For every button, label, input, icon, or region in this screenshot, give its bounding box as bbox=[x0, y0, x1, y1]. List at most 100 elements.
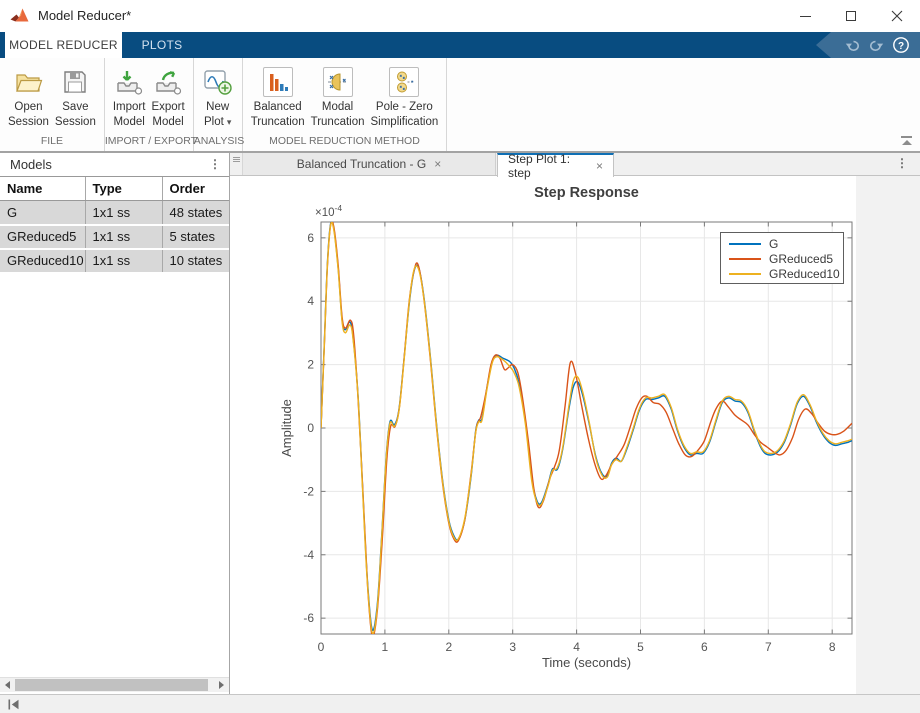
model-name: GReduced10 bbox=[0, 249, 85, 273]
legend-entry: G bbox=[721, 236, 843, 251]
models-table: Name Type Order G 1x1 ss 48 states GRedu… bbox=[0, 176, 229, 274]
minimize-icon bbox=[800, 16, 811, 17]
scroll-left-button[interactable] bbox=[0, 678, 15, 692]
y-tick-label: 6 bbox=[307, 231, 314, 245]
tab-plots-label: PLOTS bbox=[142, 38, 183, 52]
tab-plots[interactable]: PLOTS bbox=[122, 32, 202, 58]
balanced-truncation-label-1: Balanced bbox=[254, 100, 302, 115]
help-icon[interactable]: ? bbox=[892, 36, 910, 54]
status-bar bbox=[0, 694, 920, 713]
tab-balanced-truncation-label: Balanced Truncation - G bbox=[297, 157, 426, 171]
step-response-figure: 012345678-6-4-20246 Step Response ×10-4 … bbox=[230, 176, 856, 694]
x-tick-label: 7 bbox=[765, 640, 772, 654]
save-icon bbox=[62, 69, 88, 95]
y-tick-label: 0 bbox=[307, 421, 314, 435]
collapse-toolstrip-button[interactable] bbox=[900, 136, 913, 146]
models-panel-title: Models bbox=[10, 157, 209, 172]
open-session-button[interactable]: Open Session bbox=[5, 64, 52, 130]
pole-zero-simplification-button[interactable]: Pole - Zero Simplification bbox=[368, 64, 442, 130]
window-title: Model Reducer* bbox=[38, 0, 131, 32]
collapse-panel-icon[interactable] bbox=[8, 699, 20, 710]
y-tick-label: -4 bbox=[303, 548, 314, 562]
close-tab-icon[interactable]: × bbox=[434, 157, 441, 171]
modal-truncation-label-2: Truncation bbox=[311, 115, 365, 130]
table-row[interactable]: GReduced10 1x1 ss 10 states bbox=[0, 249, 229, 273]
y-tick-label: 2 bbox=[307, 358, 314, 372]
group-label-import-export: IMPORT / EXPORT bbox=[105, 135, 193, 147]
x-tick-label: 5 bbox=[637, 640, 644, 654]
model-name: G bbox=[0, 201, 85, 225]
pole-zero-icon bbox=[389, 67, 419, 97]
scroll-right-button[interactable] bbox=[214, 678, 229, 692]
tab-bar-grip[interactable] bbox=[230, 153, 243, 175]
modal-truncation-icon bbox=[323, 67, 353, 97]
x-axis-label: Time (seconds) bbox=[321, 655, 852, 670]
group-model-reduction: Balanced Truncation Modal Truncation bbox=[243, 58, 448, 151]
tab-model-reducer-label: MODEL REDUCER bbox=[9, 38, 118, 52]
save-session-button[interactable]: Save Session bbox=[52, 64, 99, 130]
collapse-toolstrip-icon bbox=[901, 136, 912, 138]
models-panel-header: Models ⋮ bbox=[0, 153, 229, 175]
close-button[interactable] bbox=[874, 0, 920, 32]
group-label-analysis: ANALYSIS bbox=[194, 135, 242, 147]
model-type: 1x1 ss bbox=[85, 249, 162, 273]
column-header-type[interactable]: Type bbox=[85, 177, 162, 201]
export-model-button[interactable]: Export Model bbox=[148, 64, 187, 130]
import-model-label-2: Model bbox=[113, 115, 144, 130]
toolstrip: Open Session Save Session FILE bbox=[0, 58, 920, 153]
group-file: Open Session Save Session FILE bbox=[0, 58, 105, 151]
tab-step-plot-label: Step Plot 1: step bbox=[508, 152, 588, 180]
tab-balanced-truncation[interactable]: Balanced Truncation - G × bbox=[243, 153, 496, 175]
x-tick-label: 3 bbox=[509, 640, 516, 654]
pole-zero-label-2: Simplification bbox=[371, 115, 439, 130]
ribbon-tab-strip: MODEL REDUCER PLOTS ? bbox=[0, 32, 920, 58]
model-order: 5 states bbox=[162, 225, 229, 249]
legend-line-sample bbox=[729, 258, 761, 260]
balanced-truncation-button[interactable]: Balanced Truncation bbox=[248, 64, 308, 130]
legend-label: GReduced5 bbox=[769, 252, 833, 266]
x-tick-label: 1 bbox=[382, 640, 389, 654]
save-session-label-1: Save bbox=[62, 100, 88, 115]
tab-model-reducer[interactable]: MODEL REDUCER bbox=[5, 32, 122, 58]
new-plot-label-1: New bbox=[206, 100, 229, 115]
model-type: 1x1 ss bbox=[85, 201, 162, 225]
column-header-name[interactable]: Name bbox=[0, 177, 85, 201]
horizontal-scrollbar[interactable] bbox=[0, 677, 229, 692]
export-model-label-1: Export bbox=[151, 100, 184, 115]
scroll-right-icon bbox=[219, 681, 224, 689]
new-plot-label-2: Plot bbox=[204, 116, 224, 128]
table-row[interactable]: GReduced5 1x1 ss 5 states bbox=[0, 225, 229, 249]
save-session-label-2: Session bbox=[55, 115, 96, 130]
chart-legend[interactable]: G GReduced5 GReduced10 bbox=[720, 232, 844, 284]
modal-truncation-button[interactable]: Modal Truncation bbox=[308, 64, 368, 130]
model-order: 48 states bbox=[162, 201, 229, 225]
import-icon bbox=[114, 69, 144, 96]
legend-line-sample bbox=[729, 273, 761, 275]
collapse-toolstrip-arrow bbox=[902, 140, 912, 145]
y-tick-label: 4 bbox=[307, 294, 314, 308]
close-tab-icon[interactable]: × bbox=[596, 159, 603, 173]
redo-icon[interactable] bbox=[868, 37, 885, 53]
document-area: Balanced Truncation - G × Step Plot 1: s… bbox=[230, 153, 920, 694]
models-panel-menu-icon[interactable]: ⋮ bbox=[209, 157, 221, 171]
minimize-button[interactable] bbox=[782, 0, 828, 32]
legend-label: GReduced10 bbox=[769, 267, 840, 281]
balanced-truncation-label-2: Truncation bbox=[251, 115, 305, 130]
column-header-order[interactable]: Order bbox=[162, 177, 229, 201]
new-plot-button[interactable]: New Plot▾ bbox=[199, 64, 237, 130]
undo-icon[interactable] bbox=[844, 37, 861, 53]
scrollbar-thumb[interactable] bbox=[15, 679, 208, 691]
document-tab-bar: Balanced Truncation - G × Step Plot 1: s… bbox=[230, 153, 920, 176]
models-table-header-row: Name Type Order bbox=[0, 177, 229, 201]
import-model-button[interactable]: Import Model bbox=[110, 64, 149, 130]
maximize-button[interactable] bbox=[828, 0, 874, 32]
tab-step-plot[interactable]: Step Plot 1: step × bbox=[497, 153, 614, 177]
tab-bar-menu-icon[interactable]: ⋮ bbox=[896, 156, 908, 170]
y-axis-label: Amplitude bbox=[279, 368, 295, 488]
model-order: 10 states bbox=[162, 249, 229, 273]
chart-title: Step Response bbox=[321, 185, 852, 201]
table-row[interactable]: G 1x1 ss 48 states bbox=[0, 201, 229, 225]
group-analysis: New Plot▾ ANALYSIS bbox=[194, 58, 243, 151]
open-folder-icon bbox=[13, 69, 43, 95]
new-plot-icon bbox=[202, 67, 234, 97]
